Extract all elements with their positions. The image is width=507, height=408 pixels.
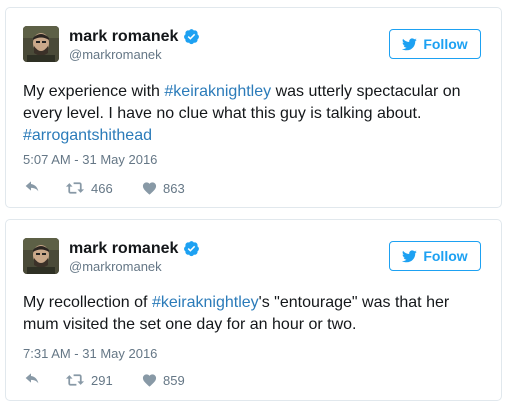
like-button[interactable]: 859 [142, 373, 185, 388]
tweet-timestamp[interactable]: 5:07 AM - 31 May 2016 [23, 152, 157, 168]
tweet-text: My experience with #keiraknightley was u… [23, 81, 481, 147]
tweet-actions: 466 863 [25, 180, 185, 196]
reply-button[interactable] [25, 180, 51, 196]
heart-icon [142, 182, 157, 195]
twitter-bird-icon [402, 37, 418, 50]
tweet-text-part: My recollection of [23, 294, 152, 311]
retweet-button[interactable]: 291 [65, 373, 142, 388]
author-name[interactable]: mark romanek [69, 27, 178, 46]
reply-button[interactable] [25, 372, 51, 388]
tweet-timestamp[interactable]: 7:31 AM - 31 May 2016 [23, 346, 157, 362]
retweet-count: 466 [91, 180, 113, 196]
tweet-text: My recollection of #keiraknightley's "en… [23, 292, 481, 336]
avatar-image [23, 26, 59, 62]
tweet-actions: 291 859 [25, 372, 185, 388]
follow-button[interactable]: Follow [389, 29, 481, 59]
like-count: 863 [163, 180, 185, 196]
like-count: 859 [163, 372, 185, 388]
avatar[interactable] [23, 238, 59, 274]
hashtag-link[interactable]: #arrogantshithead [23, 127, 152, 144]
reply-icon [25, 181, 39, 192]
avatar-image [23, 238, 59, 274]
follow-button[interactable]: Follow [389, 241, 481, 271]
verified-badge-icon [184, 29, 200, 45]
hashtag-link[interactable]: #keiraknightley [152, 294, 259, 311]
author-name[interactable]: mark romanek [69, 239, 178, 258]
retweet-icon [65, 182, 85, 194]
author-handle[interactable]: @markromanek [69, 47, 162, 63]
heart-icon [142, 374, 157, 387]
retweet-icon [65, 374, 85, 386]
tweet-card: mark romanek @markromanek Follow My expe… [5, 7, 502, 208]
retweet-button[interactable]: 466 [65, 181, 142, 196]
avatar[interactable] [23, 26, 59, 62]
author-row: mark romanek [69, 239, 200, 258]
hashtag-link[interactable]: #keiraknightley [164, 83, 271, 100]
like-button[interactable]: 863 [142, 181, 185, 196]
tweet-card: mark romanek @markromanek Follow My reco… [5, 219, 502, 401]
tweet-text-part: My experience with [23, 83, 165, 100]
verified-badge-icon [184, 241, 200, 257]
follow-label: Follow [423, 36, 468, 52]
author-row: mark romanek [69, 27, 200, 46]
reply-icon [25, 373, 39, 384]
author-handle[interactable]: @markromanek [69, 259, 162, 275]
retweet-count: 291 [91, 372, 113, 388]
twitter-bird-icon [402, 249, 418, 262]
follow-label: Follow [423, 248, 468, 264]
